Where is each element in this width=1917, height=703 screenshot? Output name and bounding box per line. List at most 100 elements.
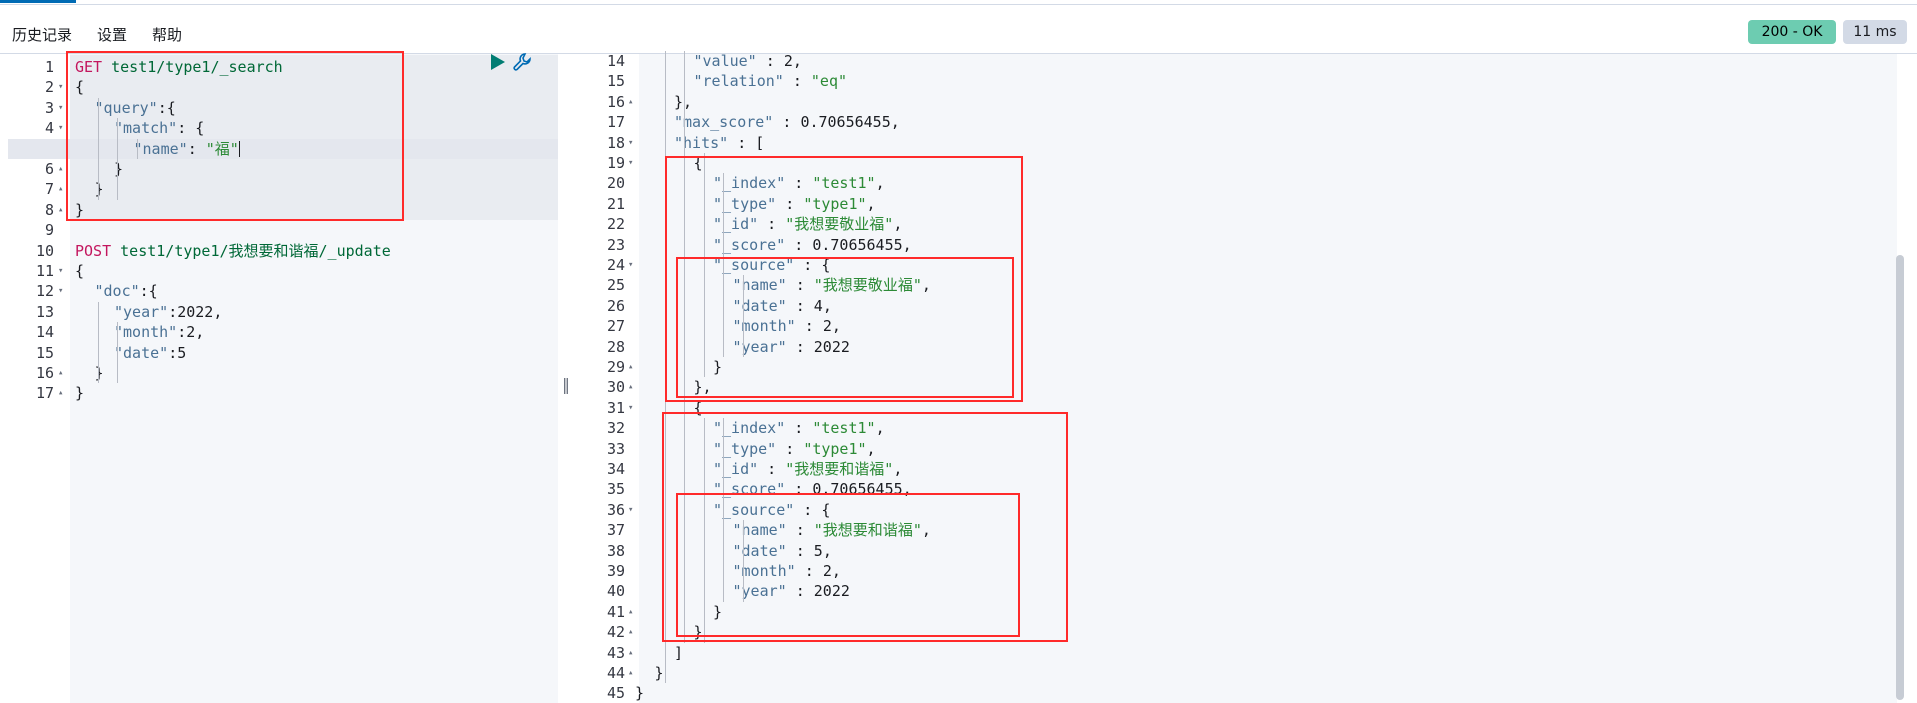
- line-number: 26: [606, 296, 625, 315]
- separator: :: [758, 215, 786, 234]
- punctuation: ,: [822, 296, 832, 315]
- fold-toggle-icon[interactable]: ▴: [58, 363, 63, 383]
- request-editor[interactable]: 12▾3▾4▾56▴7▴8▴91011▾12▾13141516▴17▴ GET …: [0, 54, 560, 703]
- json-key: "date": [732, 296, 787, 315]
- line-number: 38: [606, 541, 625, 560]
- punctuation: ,: [875, 174, 885, 193]
- fold-toggle-icon[interactable]: ▴: [58, 179, 63, 199]
- fold-toggle-icon[interactable]: ▴: [628, 643, 633, 663]
- punctuation: ,: [831, 562, 841, 580]
- separator: :: [786, 582, 814, 601]
- line-number: 25: [606, 276, 625, 295]
- line-number: 44: [606, 664, 625, 682]
- fold-toggle-icon[interactable]: ▴: [628, 357, 633, 377]
- fold-toggle-icon[interactable]: ▾: [58, 98, 63, 118]
- json-key: "date": [114, 343, 169, 362]
- fold-toggle-icon[interactable]: ▴: [58, 200, 63, 220]
- fold-toggle-icon[interactable]: ▾: [628, 255, 633, 275]
- response-scrollbar[interactable]: [1896, 255, 1904, 700]
- line-number: 15: [606, 72, 625, 91]
- json-string-value: "我想要和谐福": [813, 521, 922, 540]
- punctuation: ,: [875, 419, 885, 438]
- json-number-value: 4: [813, 296, 823, 315]
- punctuation: ,: [792, 52, 802, 70]
- play-icon[interactable]: [490, 53, 506, 71]
- fold-toggle-icon[interactable]: ▾: [628, 153, 633, 173]
- json-key: "name": [133, 139, 188, 158]
- indent-guide: [703, 153, 705, 378]
- code-line: "_index" : "test1",: [713, 418, 885, 438]
- separator: :: [776, 194, 804, 213]
- fold-toggle-icon[interactable]: ▾: [628, 398, 633, 418]
- separator: :: [785, 174, 813, 193]
- json-key: "relation": [693, 72, 784, 91]
- fold-toggle-icon[interactable]: ▴: [628, 92, 633, 112]
- json-value: :5: [168, 343, 187, 362]
- fold-toggle-icon[interactable]: ▴: [628, 602, 633, 622]
- text-cursor: [238, 140, 240, 157]
- code-line: }: [75, 200, 84, 220]
- json-string-value: "type1": [803, 439, 867, 458]
- wrench-icon[interactable]: [512, 52, 532, 72]
- punctuation: {: [821, 256, 831, 274]
- code-line: "month" : 2,: [733, 561, 841, 581]
- json-string-value: "test1": [812, 174, 876, 193]
- line-number: 8: [44, 200, 54, 219]
- line-number: 17: [606, 113, 625, 132]
- fold-toggle-icon[interactable]: ▾: [628, 500, 633, 520]
- code-line: {: [75, 261, 84, 281]
- drag-handle-icon[interactable]: ‖: [562, 375, 570, 394]
- menu-history[interactable]: 历史记录: [12, 24, 72, 45]
- code-line: "match": {: [114, 118, 204, 138]
- response-code-area: "value" : 2,"relation" : "eq"},"max_scor…: [635, 51, 1897, 703]
- json-number-value: 2022: [813, 582, 850, 601]
- fold-toggle-icon[interactable]: ▴: [628, 663, 633, 683]
- fold-toggle-icon[interactable]: ▾: [58, 77, 63, 97]
- code-line: "name": "福": [134, 139, 240, 159]
- indent-guide: [684, 51, 685, 643]
- code-line: "date":5: [114, 343, 186, 363]
- code-line: {: [694, 153, 703, 173]
- fold-toggle-icon[interactable]: ▴: [58, 159, 63, 179]
- line-number: 33: [606, 439, 625, 458]
- separator: :: [756, 52, 784, 70]
- bracket: }: [693, 623, 703, 642]
- line-number: 12: [35, 282, 54, 301]
- indent-guide: [703, 418, 705, 643]
- line-number: 21: [606, 194, 625, 213]
- separator: :: [783, 72, 811, 91]
- separator: :: [794, 500, 822, 519]
- fold-toggle-icon[interactable]: ▴: [58, 383, 63, 403]
- bracket: }: [654, 664, 664, 682]
- bracket: }: [75, 384, 85, 403]
- punctuation: [: [755, 133, 765, 152]
- code-line: "query":{: [95, 98, 176, 118]
- bracket: }: [75, 200, 85, 219]
- json-string-value: "type1": [803, 194, 867, 213]
- code-line: "_type" : "type1",: [713, 194, 876, 214]
- fold-toggle-icon[interactable]: ▾: [58, 118, 63, 138]
- menu-help[interactable]: 帮助: [152, 24, 182, 45]
- active-tab-indicator: [0, 0, 76, 3]
- menu-settings[interactable]: 设置: [97, 24, 127, 45]
- code-line: "_score" : 0.70656455,: [713, 235, 912, 255]
- fold-toggle-icon[interactable]: ▴: [628, 622, 633, 642]
- json-string-value: "我想要和谐福": [785, 460, 894, 478]
- line-number: 2: [44, 78, 54, 97]
- editor-code-area[interactable]: GET test1/type1/_search{"query":{"match"…: [8, 54, 558, 703]
- punctuation: ,: [893, 215, 903, 234]
- fold-toggle-icon[interactable]: ▾: [58, 281, 63, 301]
- indent-guide: [723, 418, 724, 602]
- fold-toggle-icon[interactable]: ▾: [58, 261, 63, 281]
- line-number: 22: [606, 215, 625, 234]
- line-number: 16: [606, 92, 625, 111]
- code-line: POST test1/type1/我想要和谐福/_update: [75, 241, 391, 261]
- json-key: "value": [693, 52, 757, 70]
- json-number-value: 0.70656455: [812, 235, 903, 254]
- line-number: 14: [606, 52, 625, 70]
- code-line: {: [694, 398, 703, 418]
- fold-toggle-icon[interactable]: ▴: [628, 377, 633, 397]
- indent-guide: [117, 322, 118, 384]
- fold-toggle-icon[interactable]: ▾: [628, 133, 633, 153]
- line-number: 31: [606, 398, 625, 417]
